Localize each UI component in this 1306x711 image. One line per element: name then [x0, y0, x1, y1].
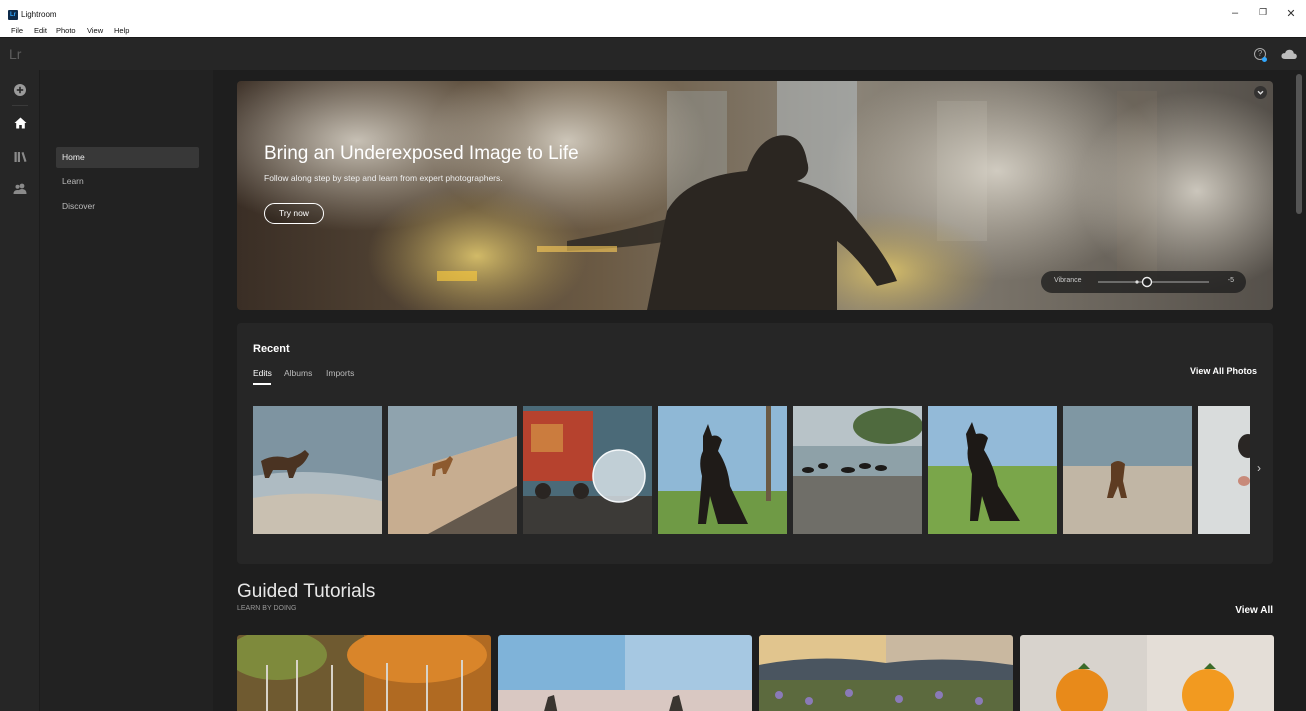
- window-title: Lightroom: [21, 10, 57, 19]
- cloud-sync-icon[interactable]: [1281, 49, 1297, 59]
- restore-button[interactable]: ❐: [1256, 7, 1270, 18]
- app-header: Lr ?: [0, 37, 1306, 70]
- hero-title: Bring an Underexposed Image to Life: [264, 143, 579, 164]
- photo-thumbnail[interactable]: [928, 406, 1057, 534]
- people-button[interactable]: [0, 174, 40, 202]
- menu-help[interactable]: Help: [114, 26, 129, 35]
- photo-thumbnail[interactable]: [1198, 406, 1250, 534]
- tutorial-lupine-sunset: [759, 635, 1013, 711]
- photo-toy-train-glass-ball: [523, 406, 652, 534]
- tutorial-seashore-rock: [498, 635, 752, 711]
- lightroom-logo: Lr: [9, 46, 22, 62]
- chevron-right-icon[interactable]: ›: [1257, 461, 1261, 475]
- menu-bar: File Edit Photo View Help: [0, 24, 1306, 37]
- add-photos-button[interactable]: [0, 76, 40, 104]
- hero-subtitle: Follow along step by step and learn from…: [264, 173, 503, 183]
- vibrance-value: -5: [1227, 277, 1234, 284]
- view-all-tutorials-link[interactable]: View All: [1235, 605, 1273, 616]
- left-icon-rail: [0, 70, 40, 711]
- guided-tutorials-title: Guided Tutorials: [237, 581, 376, 602]
- notification-dot: [1262, 57, 1267, 62]
- tab-albums[interactable]: Albums: [284, 368, 312, 378]
- tutorial-card[interactable]: [498, 635, 752, 711]
- vibrance-slider[interactable]: [1096, 271, 1211, 293]
- tutorial-card[interactable]: [1020, 635, 1274, 711]
- subnav-item-discover[interactable]: Discover: [56, 196, 199, 217]
- minimize-button[interactable]: –: [1228, 7, 1242, 19]
- tab-imports[interactable]: Imports: [326, 368, 354, 378]
- window-titlebar: Lr Lightroom – ❐ ✕: [0, 0, 1306, 24]
- photo-doberman-on-grass: [928, 406, 1057, 534]
- photo-thumbnail[interactable]: [253, 406, 382, 534]
- hero-banner: Bring an Underexposed Image to Life Foll…: [237, 81, 1273, 310]
- photo-birds-on-shore: [793, 406, 922, 534]
- photo-dog-on-beach: [388, 406, 517, 534]
- scrollbar[interactable]: [1296, 74, 1302, 214]
- menu-view[interactable]: View: [87, 26, 103, 35]
- rail-divider: [12, 105, 28, 106]
- active-tab-indicator: [253, 383, 271, 385]
- recent-panel: Recent Edits Albums Imports View All Pho…: [237, 323, 1273, 564]
- photo-thumbnail[interactable]: [523, 406, 652, 534]
- close-button[interactable]: ✕: [1284, 7, 1298, 20]
- recent-thumbnails: [253, 406, 1250, 534]
- recent-title: Recent: [253, 343, 290, 355]
- menu-edit[interactable]: Edit: [34, 26, 47, 35]
- subnav-item-home[interactable]: Home: [56, 147, 199, 168]
- photo-thumbnail[interactable]: [658, 406, 787, 534]
- tutorial-card[interactable]: [759, 635, 1013, 711]
- photo-thumbnail[interactable]: [793, 406, 922, 534]
- home-button[interactable]: [0, 109, 40, 137]
- tab-edits[interactable]: Edits: [253, 368, 272, 378]
- vibrance-slider-overlay: Vibrance -5: [1041, 271, 1246, 293]
- menu-photo[interactable]: Photo: [56, 26, 76, 35]
- tutorial-orange-still-life: [1020, 635, 1274, 711]
- view-all-photos-link[interactable]: View All Photos: [1190, 366, 1257, 376]
- subnav-item-learn[interactable]: Learn: [56, 171, 199, 192]
- home-subnav: Home Learn Discover: [40, 70, 213, 711]
- vibrance-label: Vibrance: [1054, 277, 1082, 284]
- photo-partial: [1198, 406, 1250, 534]
- photo-thumbnail[interactable]: [1063, 406, 1192, 534]
- library-button[interactable]: [0, 142, 40, 170]
- photo-dog-in-water: [253, 406, 382, 534]
- tutorial-card[interactable]: [237, 635, 491, 711]
- home-icon: [14, 117, 26, 129]
- add-icon: [14, 84, 26, 96]
- photo-doberman-sitting: [658, 406, 787, 534]
- library-icon: [14, 151, 26, 162]
- photo-dog-running-beach: [1063, 406, 1192, 534]
- main-content: Bring an Underexposed Image to Life Foll…: [213, 70, 1306, 711]
- menu-file[interactable]: File: [11, 26, 23, 35]
- app-logo-icon: Lr: [8, 10, 18, 20]
- guided-tutorials-subtitle: LEARN BY DOING: [237, 605, 297, 612]
- tutorial-autumn-forest: [237, 635, 491, 711]
- collapse-banner-button[interactable]: [1254, 86, 1267, 99]
- try-now-button[interactable]: Try now: [264, 203, 324, 224]
- people-icon: [13, 183, 27, 194]
- photo-thumbnail[interactable]: [388, 406, 517, 534]
- chevron-down-icon: [1257, 90, 1264, 95]
